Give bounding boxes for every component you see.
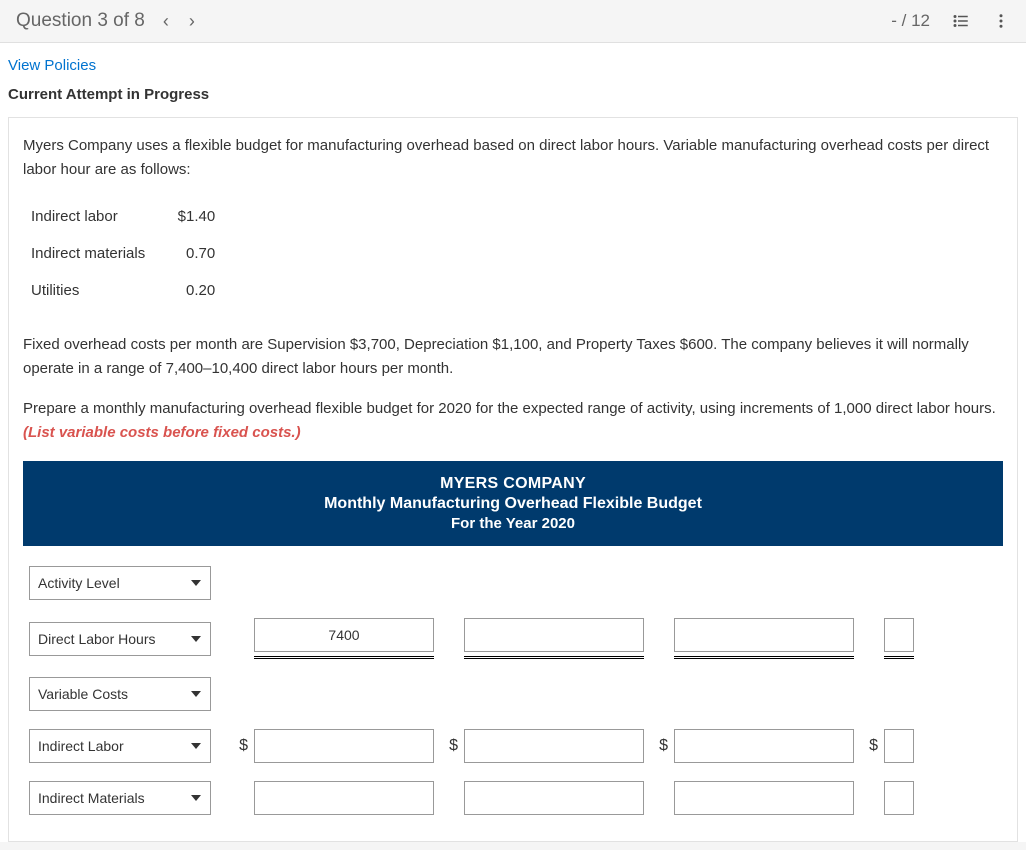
intro-paragraph: Myers Company uses a flexible budget for… bbox=[23, 134, 1003, 182]
indirect-labor-input-col2[interactable] bbox=[464, 729, 644, 763]
question-content: Myers Company uses a flexible budget for… bbox=[8, 117, 1018, 842]
table-row: Utilities0.20 bbox=[27, 272, 235, 309]
dollar-sign: $ bbox=[854, 737, 884, 755]
double-underline bbox=[884, 656, 914, 659]
double-underline bbox=[254, 656, 434, 659]
row-label-select-direct-labor-hours[interactable]: Direct Labor Hours bbox=[29, 622, 211, 656]
row-label-select-indirect-materials[interactable]: Indirect Materials bbox=[29, 781, 211, 815]
double-underline bbox=[674, 656, 854, 659]
cost-label: Utilities bbox=[27, 272, 165, 309]
instruction-note: (List variable costs before fixed costs.… bbox=[23, 424, 301, 441]
indirect-materials-input-col3[interactable] bbox=[674, 781, 854, 815]
dollar-sign: $ bbox=[224, 737, 254, 755]
dlh-input-col2[interactable] bbox=[464, 618, 644, 652]
indirect-labor-input-col4[interactable] bbox=[884, 729, 914, 763]
budget-banner: MYERS COMPANY Monthly Manufacturing Over… bbox=[23, 461, 1003, 546]
table-row: Indirect materials0.70 bbox=[27, 235, 235, 272]
row-label-select-indirect-labor[interactable]: Indirect Labor bbox=[29, 729, 211, 763]
cost-amount: 0.70 bbox=[165, 235, 235, 272]
question-label: Question 3 of 8 bbox=[16, 10, 145, 32]
budget-grid: Activity Level Direct Labor Hours Variab… bbox=[23, 546, 1003, 821]
fixed-costs-paragraph: Fixed overhead costs per month are Super… bbox=[23, 333, 1003, 381]
banner-company: MYERS COMPANY bbox=[31, 475, 995, 493]
row-label-select-variable-costs[interactable]: Variable Costs bbox=[29, 677, 211, 711]
instruction-text: Prepare a monthly manufacturing overhead… bbox=[23, 400, 996, 417]
indirect-materials-input-col2[interactable] bbox=[464, 781, 644, 815]
indirect-labor-input-col1[interactable] bbox=[254, 729, 434, 763]
dlh-input-col3[interactable] bbox=[674, 618, 854, 652]
question-header: Question 3 of 8 ‹ › - / 12 bbox=[0, 0, 1026, 43]
indirect-materials-input-col4[interactable] bbox=[884, 781, 914, 815]
next-question-icon[interactable]: › bbox=[189, 11, 195, 32]
row-label-select-activity-level[interactable]: Activity Level bbox=[29, 566, 211, 600]
more-options-icon[interactable] bbox=[992, 12, 1010, 30]
list-icon[interactable] bbox=[952, 12, 970, 30]
attempt-heading: Current Attempt in Progress bbox=[0, 80, 1026, 117]
double-underline bbox=[464, 656, 644, 659]
variable-cost-table: Indirect labor$1.40 Indirect materials0.… bbox=[27, 198, 235, 309]
prev-question-icon[interactable]: ‹ bbox=[163, 11, 169, 32]
cost-label: Indirect labor bbox=[27, 198, 165, 235]
instruction-paragraph: Prepare a monthly manufacturing overhead… bbox=[23, 397, 1003, 445]
banner-period: For the Year 2020 bbox=[31, 515, 995, 532]
dollar-sign: $ bbox=[644, 737, 674, 755]
dollar-sign: $ bbox=[434, 737, 464, 755]
indirect-labor-input-col3[interactable] bbox=[674, 729, 854, 763]
cost-label: Indirect materials bbox=[27, 235, 165, 272]
indirect-materials-input-col1[interactable] bbox=[254, 781, 434, 815]
cost-amount: 0.20 bbox=[165, 272, 235, 309]
dlh-input-col1[interactable] bbox=[254, 618, 434, 652]
banner-title: Monthly Manufacturing Overhead Flexible … bbox=[31, 495, 995, 513]
dlh-input-col4[interactable] bbox=[884, 618, 914, 652]
score-display: - / 12 bbox=[891, 11, 930, 31]
view-policies-link[interactable]: View Policies bbox=[0, 43, 1026, 80]
cost-amount: $1.40 bbox=[165, 198, 235, 235]
table-row: Indirect labor$1.40 bbox=[27, 198, 235, 235]
